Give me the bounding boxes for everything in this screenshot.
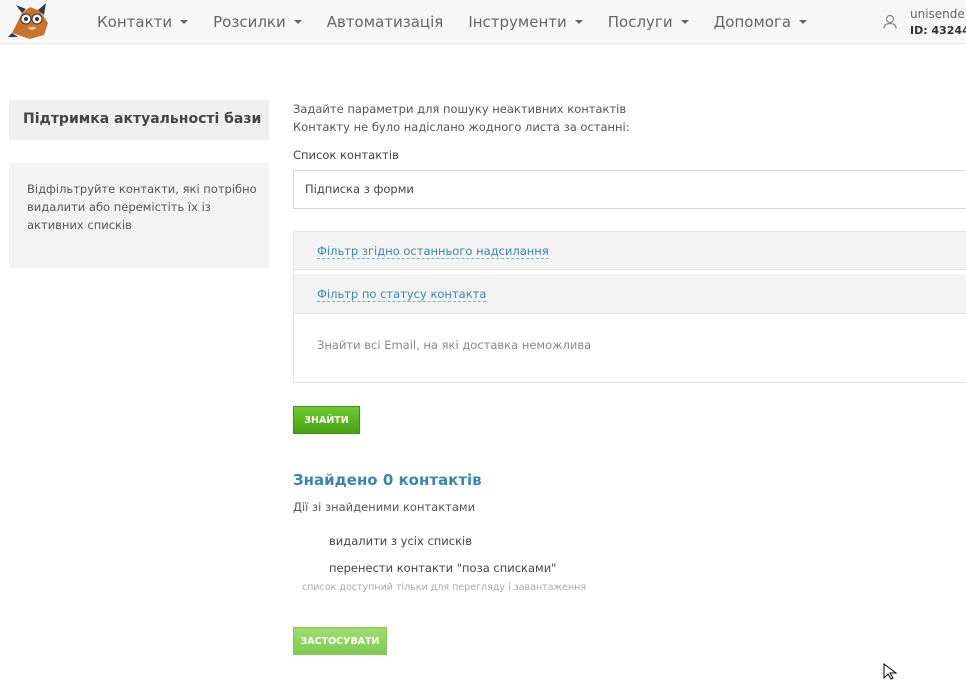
filter-send-header[interactable]: Фільтр згідно останнього надсилання <box>294 232 966 270</box>
contact-list-select[interactable]: Підписка з форми <box>293 170 966 209</box>
option-move-note: список доступний тільки для перегляду і … <box>302 582 587 593</box>
filter-status-description: Знайти всі Email, на які доставка неможл… <box>317 338 592 352</box>
intro-text-line2: Контакту не було надіслано жодного листа… <box>293 120 630 134</box>
menu-tools[interactable]: Інструменти <box>468 13 583 31</box>
mouse-cursor-icon <box>883 663 898 680</box>
menu-automation[interactable]: Автоматизація <box>327 13 444 31</box>
found-actions-label: Дії зі знайденими контактами <box>293 500 476 514</box>
menu-services-label: Послуги <box>607 13 673 31</box>
found-contacts-title: Знайдено 0 контактів <box>293 471 482 489</box>
chevron-down-icon <box>180 20 189 24</box>
top-navbar: Контакти Розсилки Автоматизація Інструме… <box>0 0 966 44</box>
sidebar-title-box: Підтримка актуальності бази <box>9 100 269 140</box>
sidebar-title: Підтримка актуальності бази <box>23 111 262 127</box>
contact-list-label: Список контактів <box>293 148 399 162</box>
user-icon[interactable] <box>883 14 897 29</box>
unisender-dog-logo-icon[interactable] <box>8 3 52 41</box>
chevron-down-icon <box>680 20 689 24</box>
apply-button[interactable]: ЗАСТОСУВАТИ <box>293 627 387 655</box>
menu-help[interactable]: Допомога <box>713 13 808 31</box>
option-move-outside-lists[interactable]: перенести контакти "поза списками" <box>329 561 556 575</box>
menu-contacts[interactable]: Контакти <box>97 13 189 31</box>
chevron-down-icon <box>293 20 302 24</box>
user-name[interactable]: unisende <box>910 7 965 21</box>
chevron-down-icon <box>799 20 808 24</box>
menu-automation-label: Автоматизація <box>326 13 444 31</box>
filter-send-link[interactable]: Фільтр згідно останнього надсилання <box>317 244 549 259</box>
filter-status-header[interactable]: Фільтр по статусу контакта <box>294 274 966 314</box>
main-menu: Контакти Розсилки Автоматизація Інструме… <box>97 0 832 44</box>
menu-contacts-label: Контакти <box>97 13 173 31</box>
option-delete-from-all-lists[interactable]: видалити з усіх списків <box>329 534 472 548</box>
find-button[interactable]: ЗНАЙТИ <box>293 406 360 434</box>
menu-services[interactable]: Послуги <box>608 13 689 31</box>
menu-tools-label: Інструменти <box>468 13 567 31</box>
sidebar-description-box: Відфільтруйте контакти, які потрібно вид… <box>9 163 269 268</box>
sidebar-description: Відфільтруйте контакти, які потрібно вид… <box>27 182 257 232</box>
menu-mailings-label: Розсилки <box>213 13 286 31</box>
chevron-down-icon <box>574 20 583 24</box>
filter-panel: Фільтр згідно останнього надсилання Філь… <box>293 231 966 383</box>
menu-mailings[interactable]: Розсилки <box>213 13 302 31</box>
menu-help-label: Допомога <box>713 13 792 31</box>
filter-status-link[interactable]: Фільтр по статусу контакта <box>317 287 487 302</box>
intro-text-line1: Задайте параметри для пошуку неактивних … <box>293 102 627 116</box>
user-id: ID: 432444 <box>910 24 966 37</box>
contact-list-selected-value: Підписка з форми <box>305 182 414 196</box>
